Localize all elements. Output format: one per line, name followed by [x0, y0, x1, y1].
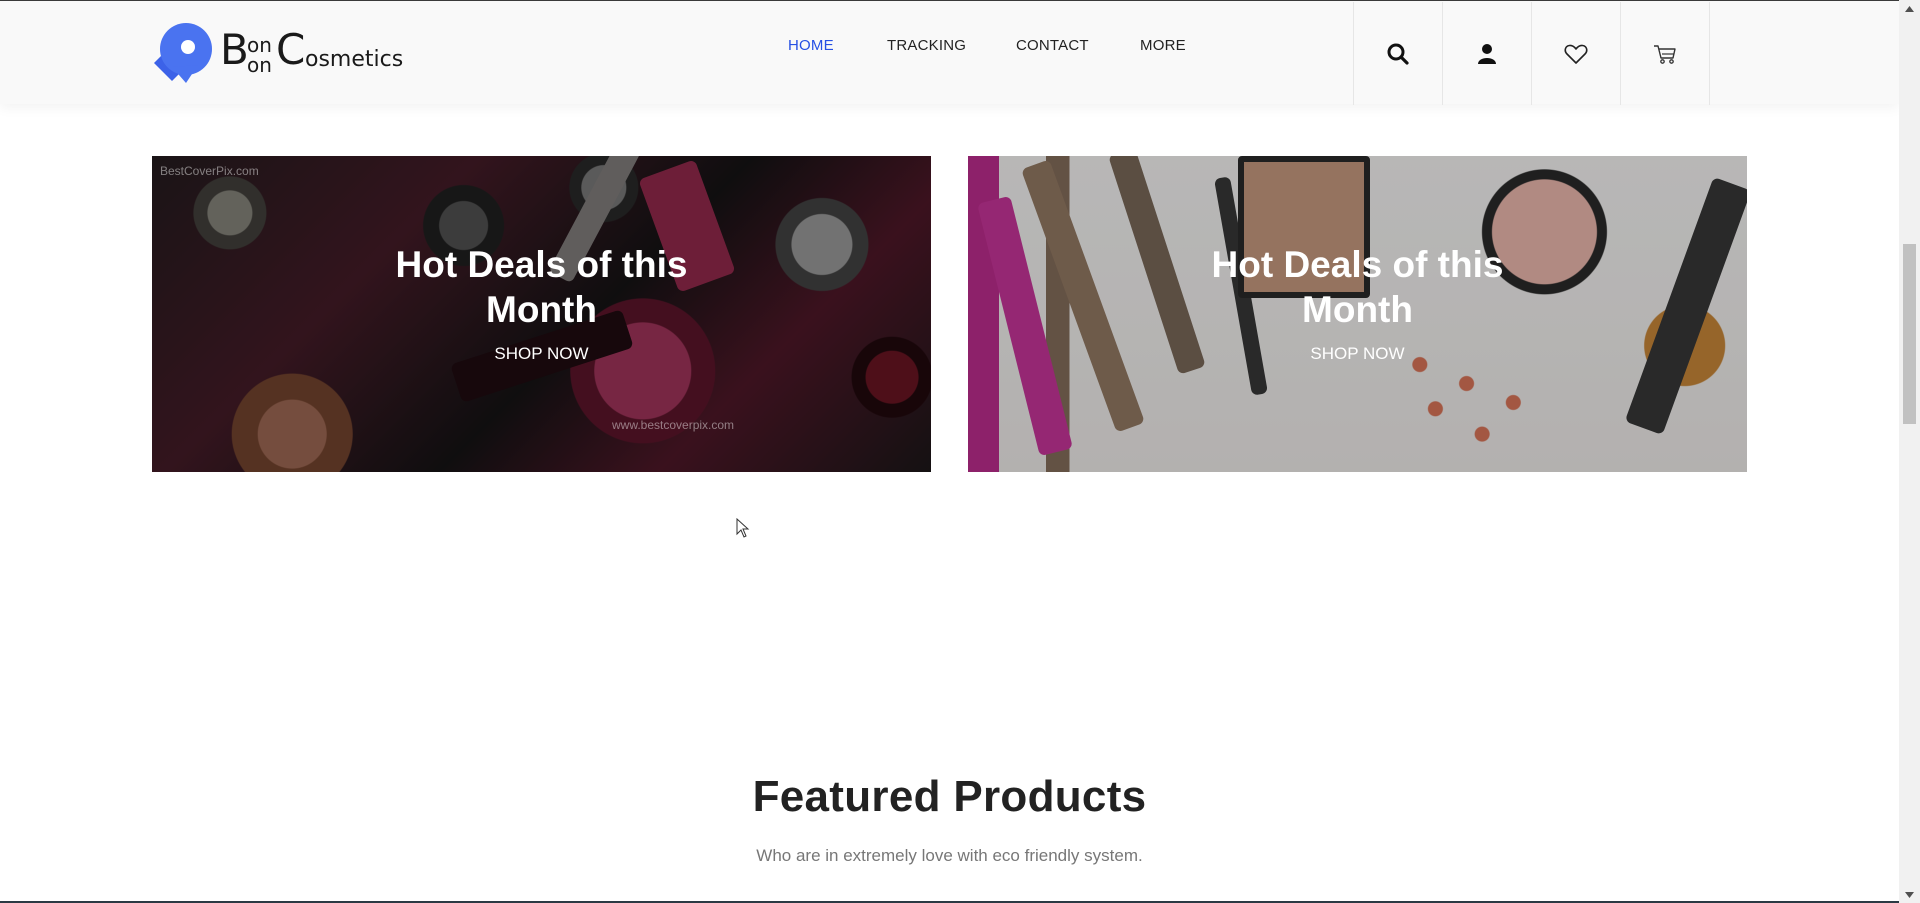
shop-now-link[interactable]: SHOP NOW [968, 344, 1747, 364]
logo-on-top: on [247, 33, 272, 57]
vertical-scrollbar[interactable] [1899, 0, 1920, 903]
heart-icon [1564, 44, 1588, 64]
site-header: B on on C osmetics HOME TRACKING CONTACT… [0, 1, 1899, 105]
nav-tracking[interactable]: TRACKING [887, 37, 966, 54]
banner-title-line1: Hot Deals of this [1211, 244, 1504, 285]
scroll-down-arrow-icon[interactable] [1899, 886, 1920, 903]
logo-word-osmetics: osmetics [305, 47, 404, 72]
watermark-bottom: www.bestcoverpix.com [612, 418, 735, 432]
user-icon [1478, 43, 1496, 64]
banner-title: Hot Deals of this Month [968, 242, 1747, 332]
brand-logo[interactable]: B on on C osmetics [150, 21, 404, 87]
logo-letter-c: C [276, 25, 306, 74]
promo-banner-1[interactable]: BestCoverPix.com www.bestcoverpix.com Ho… [152, 156, 931, 472]
shop-now-link[interactable]: SHOP NOW [152, 344, 931, 364]
nav-home[interactable]: HOME [788, 37, 834, 54]
watermark-top: BestCoverPix.com [160, 164, 259, 178]
page: B on on C osmetics HOME TRACKING CONTACT… [0, 0, 1899, 903]
scrollbar-thumb[interactable] [1903, 244, 1916, 424]
promo-banner-2[interactable]: Hot Deals of this Month SHOP NOW [968, 156, 1747, 472]
account-button[interactable] [1442, 2, 1531, 105]
nav-more[interactable]: MORE [1140, 37, 1186, 54]
cart-icon [1654, 44, 1676, 64]
banner-title: Hot Deals of this Month [152, 242, 931, 332]
mouse-cursor-icon [736, 518, 750, 538]
window-top-border [0, 0, 1899, 1]
banner-title-line2: Month [486, 289, 597, 330]
nav-contact[interactable]: CONTACT [1016, 37, 1089, 54]
logo-letter-b: B [220, 25, 249, 74]
featured-products-heading: Featured Products [752, 772, 1147, 821]
map-pin-logo-icon [154, 23, 212, 83]
search-button[interactable] [1353, 2, 1442, 105]
featured-products-subtitle: Who are in extremely love with eco frien… [756, 846, 1143, 865]
wishlist-button[interactable] [1531, 2, 1620, 105]
banner-title-line1: Hot Deals of this [395, 244, 688, 285]
cart-button[interactable] [1620, 2, 1710, 105]
banner-title-line2: Month [1302, 289, 1413, 330]
scroll-up-arrow-icon[interactable] [1899, 0, 1920, 17]
logo-on-bottom: on [247, 53, 272, 77]
search-icon [1387, 43, 1409, 65]
